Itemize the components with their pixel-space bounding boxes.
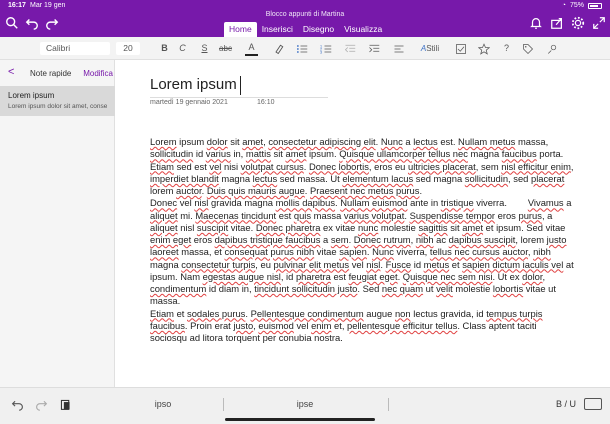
biu-button[interactable]: B / U: [556, 399, 576, 409]
font-color-button[interactable]: A: [245, 41, 258, 56]
italic-button[interactable]: C: [176, 41, 189, 56]
back-icon[interactable]: <: [8, 66, 14, 78]
home-indicator: [225, 418, 375, 421]
edit-button[interactable]: Modifica: [83, 69, 113, 78]
tab-draw[interactable]: Disegno: [298, 22, 339, 37]
tag-icon[interactable]: [521, 41, 534, 56]
suggestion-divider: [223, 398, 224, 411]
page-list-item[interactable]: Lorem ipsum Lorem ipsum dolor sit amet, …: [0, 86, 115, 116]
paragraph-1: Lorem ipsum dolor sit amet, consectetur …: [150, 136, 574, 196]
battery-icon: [588, 2, 602, 9]
title-underline: [150, 97, 328, 98]
suggestion-divider: [388, 398, 389, 411]
tab-insert[interactable]: Inserisci: [257, 22, 298, 37]
page-list-pane: < Note rapide Modifica Lorem ipsum Lorem…: [0, 60, 115, 387]
gear-icon[interactable]: [570, 16, 586, 32]
suggestion-1[interactable]: ipso: [118, 399, 208, 409]
share-icon[interactable]: [549, 16, 565, 32]
styles-label: Stili: [426, 44, 440, 53]
formatting-toolbar: Calibri 20 B C S abc A 123 AStili ?: [0, 37, 610, 60]
paragraph-2: Donec vel nisl gravida magna mollis dapi…: [150, 197, 574, 307]
increase-indent-icon[interactable]: [367, 41, 380, 56]
question-icon[interactable]: ?: [500, 41, 513, 56]
underline-button[interactable]: S: [198, 41, 211, 56]
star-icon[interactable]: [477, 41, 490, 56]
paste-icon[interactable]: [58, 398, 72, 412]
numbered-list-icon[interactable]: 123: [319, 41, 332, 56]
undo-icon[interactable]: [24, 16, 40, 32]
ribbon-tabs: Home Inserisci Disegno Visualizza: [224, 22, 387, 37]
search-icon[interactable]: [4, 16, 20, 32]
note-body[interactable]: Lorem ipsum dolor sit amet, consectetur …: [150, 136, 576, 344]
expand-icon[interactable]: [591, 16, 607, 32]
bell-icon[interactable]: [528, 16, 544, 32]
align-icon[interactable]: [392, 41, 405, 56]
highlighter-icon[interactable]: [272, 41, 285, 56]
status-date: Mar 19 gen: [30, 2, 66, 9]
font-name-field[interactable]: Calibri: [40, 42, 110, 55]
battery-percent: 75%: [569, 2, 584, 9]
page-item-title: Lorem ipsum: [8, 91, 55, 100]
tab-home[interactable]: Home: [224, 22, 257, 37]
tab-view[interactable]: Visualizza: [339, 22, 387, 37]
keyboard-shortcut-bar: ipso ipse B / U: [0, 387, 610, 424]
status-time: 16:17: [8, 2, 26, 9]
page-canvas[interactable]: Lorem ipsum martedì 19 gennaio 2021 16:1…: [116, 60, 610, 387]
strikethrough-button[interactable]: abc: [219, 41, 232, 56]
page-title[interactable]: Lorem ipsum: [150, 76, 239, 93]
font-size-field[interactable]: 20: [116, 42, 140, 55]
dictation-icon[interactable]: [545, 41, 558, 56]
status-right: ◔ 75%: [562, 2, 602, 9]
svg-text:3: 3: [320, 50, 322, 54]
decrease-indent-icon[interactable]: [343, 41, 356, 56]
wifi-icon: ◔: [561, 2, 566, 9]
redo-icon[interactable]: [34, 398, 48, 412]
styles-button[interactable]: AStili: [414, 41, 446, 56]
app-header: 16:17 Mar 19 gen ◔ 75% Blocco appunti di…: [0, 0, 610, 37]
notebook-title: Blocco appunti di Martina: [265, 11, 345, 18]
keyboard-icon[interactable]: [584, 398, 602, 410]
section-title: Note rapide: [30, 69, 72, 78]
bullet-list-icon[interactable]: [295, 41, 308, 56]
redo-icon[interactable]: [44, 16, 60, 32]
checkbox-tag-icon[interactable]: [454, 41, 467, 56]
bold-button[interactable]: B: [158, 41, 171, 56]
undo-icon[interactable]: [10, 398, 24, 412]
page-date: martedì 19 gennaio 2021: [150, 99, 228, 106]
page-item-snippet: Lorem ipsum dolor sit amet, consectetur …: [8, 103, 107, 110]
paragraph-3: Etiam et sodales purus. Pellentesque con…: [150, 307, 543, 344]
text-caret: [240, 76, 241, 95]
suggestion-2[interactable]: ipse: [260, 399, 350, 409]
page-list-header: < Note rapide Modifica: [0, 60, 115, 86]
page-time: 16:10: [257, 99, 275, 106]
